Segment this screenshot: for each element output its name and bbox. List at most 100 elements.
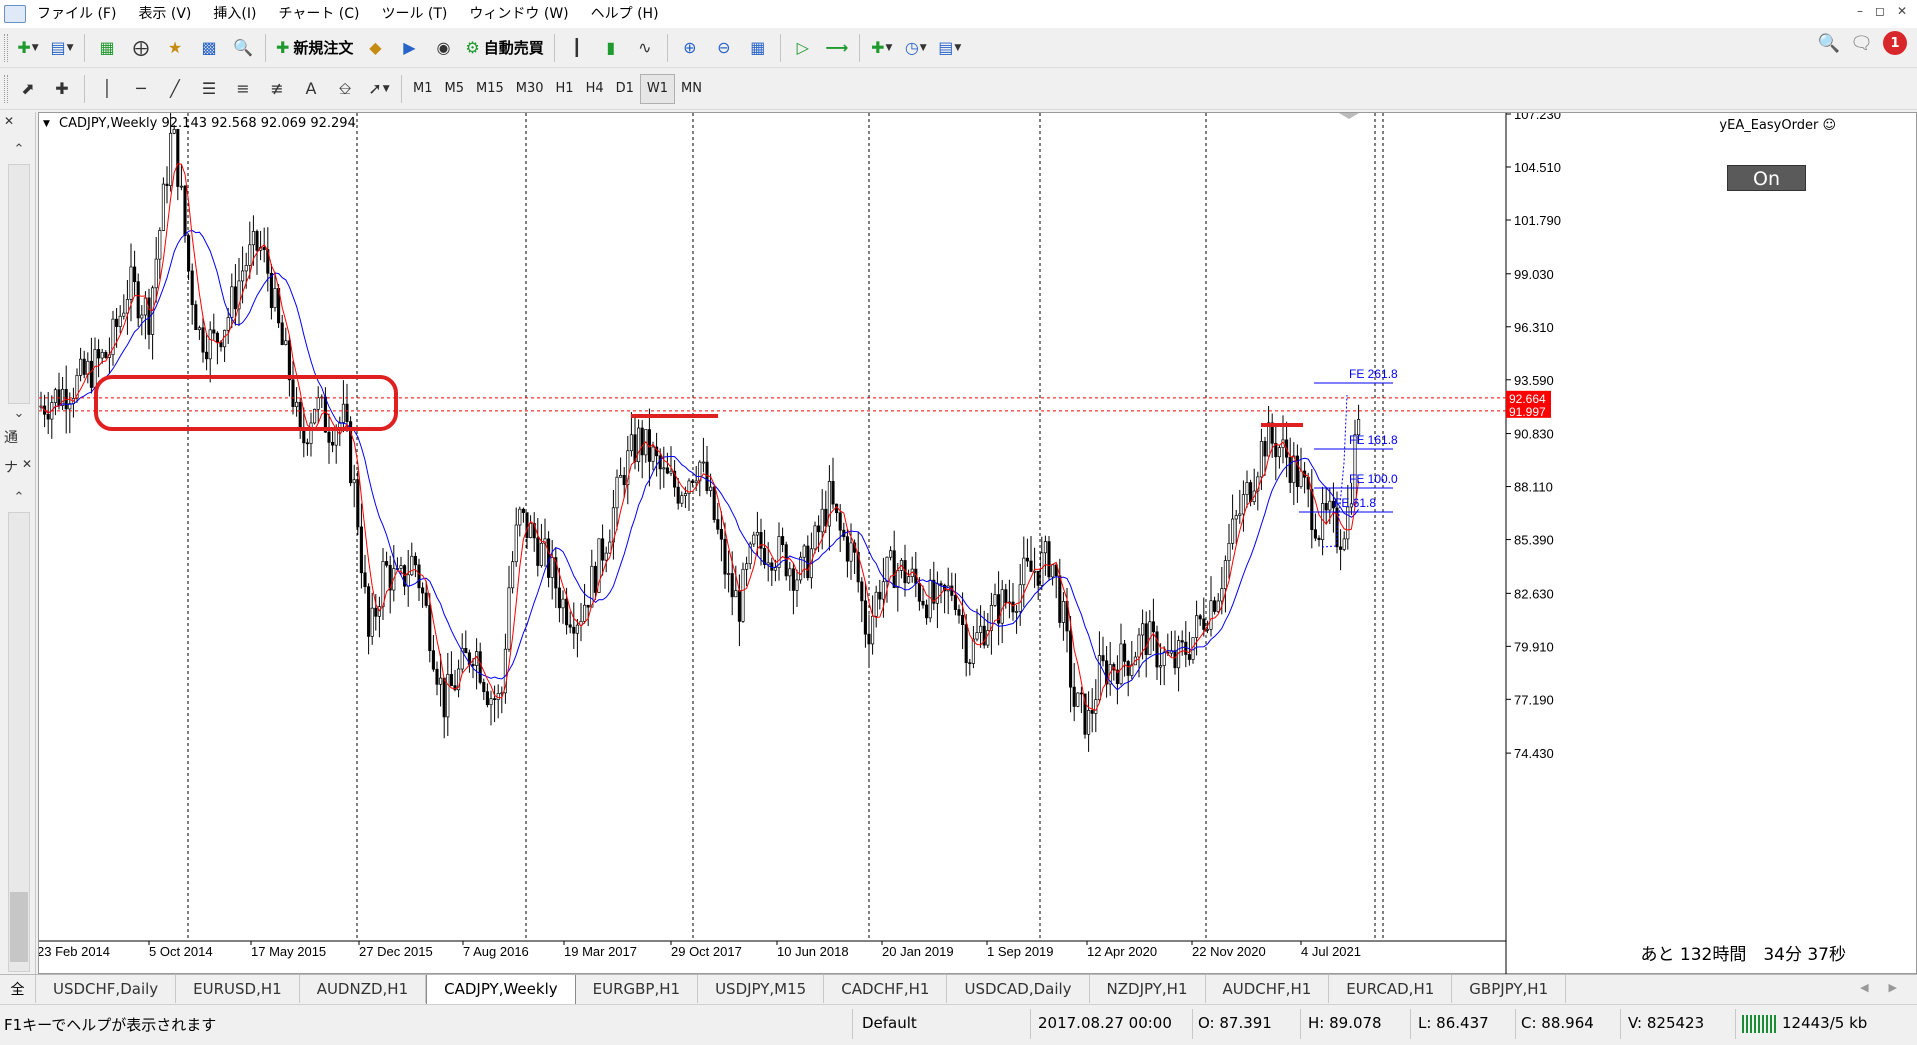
auto-scroll-button[interactable]: ▷ [788,33,818,63]
candle-body [737,590,741,622]
search-icon[interactable]: 🔍 [1818,33,1840,54]
menu-tools[interactable]: ツール (T) [370,0,458,28]
menu-file[interactable]: ファイル (F) [26,0,127,28]
trendline-button[interactable]: ╱ [160,74,190,104]
zoom-in-button[interactable]: ⊕ [675,33,705,63]
equidistant-channel-button[interactable]: ☰ [194,74,224,104]
text-label-button[interactable]: ⎒ [330,74,360,104]
notification-badge[interactable]: 1 [1883,31,1907,55]
candle-body [604,552,608,561]
chart-tab[interactable]: USDJPY,M15 [698,975,825,1003]
navigator-scroll-thumb[interactable] [10,892,28,962]
timeframe-d1[interactable]: D1 [610,74,640,104]
market-watch-scrollbar[interactable] [8,164,30,404]
bar-chart-button[interactable]: ┃ [562,33,592,63]
timeframe-h1[interactable]: H1 [550,74,580,104]
toolbar-grip[interactable] [4,74,8,103]
fibo-retracement-button[interactable]: ≡ [228,74,258,104]
toolbar-grip[interactable] [4,33,8,62]
chart-tab[interactable]: AUDNZD,H1 [300,975,427,1003]
all-panel-tab[interactable]: 全 [0,975,36,1003]
scroll-up-icon[interactable]: ⌃ [8,142,30,157]
fibo-fan-button[interactable]: ≢ [262,74,292,104]
chart-tab[interactable]: CADCHF,H1 [824,975,948,1003]
signals-button[interactable]: ▶ [394,33,424,63]
terminal-button[interactable]: ▩ [194,33,224,63]
periods-button[interactable]: ◷ ▼ [901,33,931,63]
tile-windows-button[interactable]: ▦ [743,33,773,63]
candle-body [421,587,425,594]
tab-scroll-right-icon[interactable]: ▶ [1889,981,1897,994]
candle-body [1000,589,1004,624]
tab-scroll-left-icon[interactable]: ◀ [1860,981,1868,994]
chat-icon[interactable]: 🗨 [1850,33,1873,54]
horizontal-line-button[interactable]: ─ [126,74,156,104]
metaeditor-button[interactable]: ◆ [360,33,390,63]
timeframe-m5[interactable]: M5 [439,74,471,104]
chart-tab[interactable]: USDCHF,Daily [36,975,177,1003]
menu-window[interactable]: ウィンドウ (W) [458,0,579,28]
arrows-button[interactable]: ➚ ▼ [364,74,394,104]
menu-view[interactable]: 表示 (V) [127,0,202,28]
chart-tab[interactable]: USDCAD,Daily [947,975,1090,1003]
candle-body [280,322,284,345]
data-window-button[interactable]: ⨁ [126,33,156,63]
close-icon[interactable]: ✕ [1897,4,1907,18]
templates-button[interactable]: ▤ ▼ [935,33,965,63]
vps-button[interactable]: ◉ [428,33,458,63]
new-chart-button[interactable]: ✚ ▼ [13,33,43,63]
ea-on-button[interactable]: On [1727,165,1806,191]
auto-trading-button[interactable]: ⚙ 自動売買 [462,33,546,63]
crosshair-button[interactable]: ✚ [47,74,77,104]
candle-body [169,132,173,187]
chart-shift-button[interactable]: ⟶ [822,33,852,63]
vertical-line-button[interactable]: │ [92,74,122,104]
strategy-tester-button[interactable]: 🔍 [228,33,258,63]
cursor-button[interactable]: ⬈ [13,74,43,104]
scroll-down-icon[interactable]: ⌄ [8,406,30,421]
chart-tab[interactable]: AUDCHF,H1 [1206,975,1330,1003]
candle-body [921,600,925,606]
chart-tab[interactable]: NZDJPY,H1 [1090,975,1206,1003]
restore-icon[interactable]: ◻ [1875,4,1885,18]
price-axis-label: 107.230 [1514,113,1561,122]
line-chart-button[interactable]: ∿ [630,33,660,63]
timeframe-m15[interactable]: M15 [470,74,510,104]
timeframe-h4[interactable]: H4 [580,74,610,104]
menu-help[interactable]: ヘルプ (H) [580,0,670,28]
menu-charts[interactable]: チャート (C) [267,0,370,28]
chart-tab[interactable]: EURUSD,H1 [176,975,300,1003]
chart-tab[interactable]: EURCAD,H1 [1329,975,1453,1003]
chart-tab[interactable]: EURGBP,H1 [576,975,699,1003]
connection-status[interactable]: 12443/5 kb [1742,1014,1867,1033]
timeframe-w1[interactable]: W1 [639,73,676,104]
market-watch-close-icon[interactable]: ✕ [4,114,14,128]
text-button[interactable]: A [296,74,326,104]
candle-body [1299,470,1303,488]
zoom-out-button[interactable]: ⊖ [709,33,739,63]
candle-body [129,266,133,300]
timeframe-m1[interactable]: M1 [407,74,439,104]
chevron-down-icon: ▼ [382,83,390,94]
candlestick-button[interactable]: ▮ [596,33,626,63]
new-order-button[interactable]: ✚ 新規注文 [273,33,356,63]
price-chart[interactable]: 23 Feb 2014 5 Oct 2014 17 May 2015 27 Dec 2… [39,113,1917,975]
scroll-up-icon[interactable]: ⌃ [8,490,30,505]
timeframe-m30[interactable]: M30 [510,74,550,104]
candle-body [557,587,561,609]
timeframe-mn[interactable]: MN [675,74,708,104]
chart-window[interactable]: 23 Feb 2014 5 Oct 2014 17 May 2015 27 Dec 2… [38,112,1917,975]
profiles-button[interactable]: ▤ ▼ [47,33,77,63]
navigator-button[interactable]: ★ [160,33,190,63]
candle-body [781,536,785,546]
candle-body [1205,628,1209,631]
menu-insert[interactable]: 挿入(I) [202,0,267,28]
navigator-tab[interactable]: ナ [4,457,18,477]
common-tab[interactable]: 通 [4,427,18,447]
market-watch-button[interactable]: ▦ [92,33,122,63]
indicators-button[interactable]: ✚ ▼ [867,33,897,63]
chart-tab[interactable]: GBPJPY,H1 [1452,975,1567,1003]
chart-tab-active[interactable]: CADJPY,Weekly [426,975,576,1005]
minimize-icon[interactable]: – [1857,4,1863,18]
navigator-close-icon[interactable]: ✕ [22,457,32,471]
